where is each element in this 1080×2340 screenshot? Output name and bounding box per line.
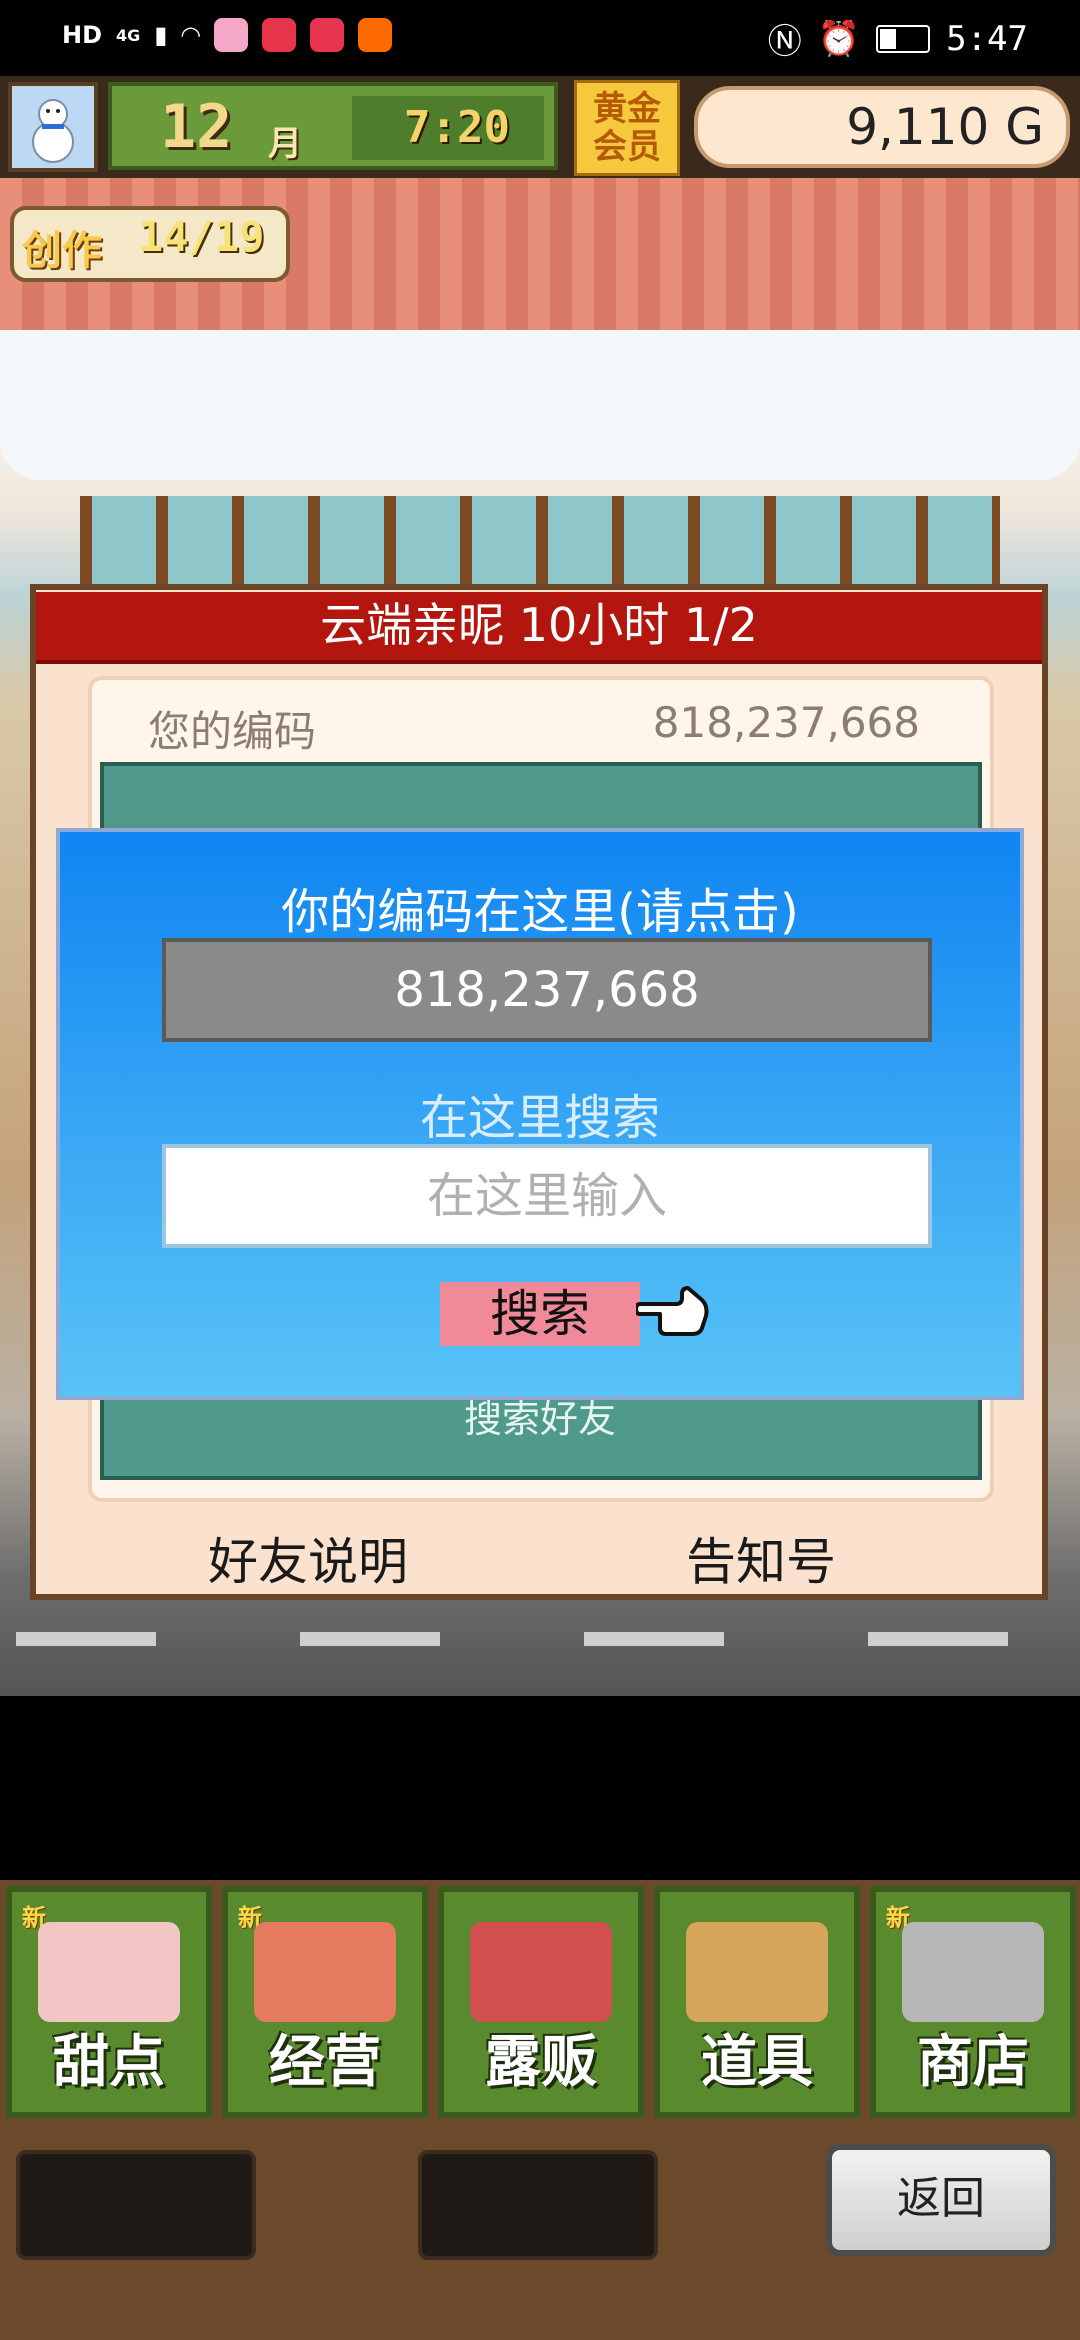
app-icon-taobao bbox=[357, 18, 392, 52]
pointing-hand-icon bbox=[636, 1286, 709, 1336]
battery-icon bbox=[876, 24, 931, 53]
craft-label: 创作 bbox=[22, 228, 102, 274]
nav-stall-button[interactable]: 露贩 bbox=[438, 1886, 644, 2118]
friend-panel-title: 云端亲昵 10小时 1/2 bbox=[36, 592, 1042, 664]
notice-link[interactable]: 告知号 bbox=[686, 1522, 836, 1594]
nav-business-label: 经营 bbox=[269, 2030, 381, 2095]
shopping-cart-icon bbox=[902, 1922, 1044, 2022]
app-icon-reader bbox=[261, 18, 296, 52]
network-label: 4G bbox=[116, 25, 141, 45]
wifi-icon: ◠ bbox=[181, 21, 200, 49]
month-number: 12 bbox=[160, 92, 233, 162]
search-input[interactable] bbox=[162, 1144, 932, 1248]
nav-stall-label: 露贩 bbox=[485, 2030, 597, 2095]
nav-items-label: 道具 bbox=[701, 2030, 813, 2095]
your-code-label: 您的编码 bbox=[148, 707, 317, 756]
money-display: 9,110 G bbox=[694, 86, 1070, 168]
search-button[interactable]: 搜索 bbox=[440, 1282, 640, 1346]
signal-icon: ▮ bbox=[154, 21, 168, 49]
road-line bbox=[16, 1632, 156, 1646]
cake-icon bbox=[38, 1922, 180, 2022]
nav-business-button[interactable]: 新 经营 bbox=[222, 1886, 428, 2118]
hd-indicator: HD bbox=[62, 21, 103, 49]
nav-store-label: 商店 bbox=[917, 2030, 1029, 2095]
nav-dessert-label: 甜点 bbox=[53, 2030, 165, 2095]
status-left-group: HD 4G ▮ ◠ bbox=[62, 18, 392, 52]
nav-store-button[interactable]: 新 商店 bbox=[870, 1886, 1076, 2118]
clock: 5:47 bbox=[946, 18, 1028, 59]
gold-member-badge[interactable]: 黄金会员 bbox=[574, 80, 680, 176]
friend-help-link[interactable]: 好友说明 bbox=[208, 1522, 408, 1594]
craft-count: 14/19 bbox=[138, 212, 265, 261]
snowman-icon bbox=[32, 99, 74, 163]
avatar-snowman[interactable] bbox=[8, 82, 98, 172]
back-button[interactable]: 返回 bbox=[826, 2144, 1056, 2256]
search-label: 在这里搜索 bbox=[419, 1090, 660, 1146]
app-icon-photos bbox=[213, 18, 248, 52]
road-line bbox=[584, 1632, 724, 1646]
shop-windows bbox=[80, 496, 1000, 592]
status-bar: HD 4G ▮ ◠ Ⓝ ⏰ 5:47 bbox=[0, 0, 1080, 76]
road-line bbox=[868, 1632, 1008, 1646]
nav-items-button[interactable]: 道具 bbox=[654, 1886, 860, 2118]
month-unit: 月 bbox=[268, 124, 302, 164]
food-truck-icon bbox=[470, 1922, 612, 2022]
shop-icon bbox=[254, 1922, 396, 2022]
road-line bbox=[300, 1632, 440, 1646]
empty-slot bbox=[16, 2150, 256, 2260]
roof-snow bbox=[0, 330, 1080, 480]
nav-dessert-button[interactable]: 新 甜点 bbox=[6, 1886, 212, 2118]
gold-member-label: 黄金会员 bbox=[593, 89, 661, 167]
dialog-title: 你的编码在这里(请点击) bbox=[281, 884, 799, 940]
status-right-group: Ⓝ ⏰ 5:47 bbox=[768, 14, 1028, 63]
empty-slot bbox=[418, 2150, 658, 2260]
your-code-value: 818,237,668 bbox=[652, 698, 920, 747]
game-time: 7:20 bbox=[404, 102, 510, 153]
item-bag-icon bbox=[686, 1922, 828, 2022]
app-icon-calendar bbox=[309, 18, 344, 52]
alarm-icon: ⏰ bbox=[817, 18, 861, 59]
my-code-box[interactable]: 818,237,668 bbox=[162, 938, 932, 1042]
nfc-icon: Ⓝ bbox=[767, 22, 802, 62]
